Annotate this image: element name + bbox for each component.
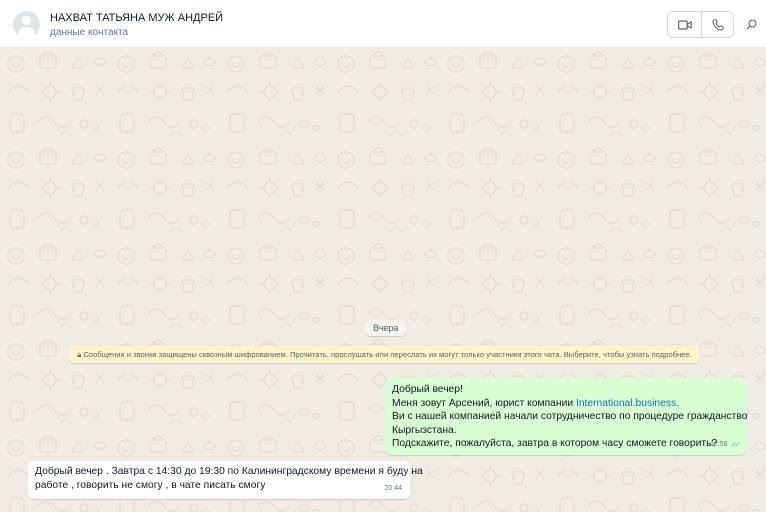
message-link[interactable]: International.business. xyxy=(576,398,679,409)
lock-icon: 🔒︎ xyxy=(77,350,82,359)
message-line: работе , говорить не смогу , в чате писа… xyxy=(35,479,266,491)
date-divider: Вчера xyxy=(365,320,407,336)
message-line-text: Меня зовут Арсений, юрист компании xyxy=(392,397,574,409)
contact-name[interactable]: НАХВАТ ТАТЬЯНА МУЖ АНДРЕЙ xyxy=(50,12,223,24)
chat-area[interactable]: Вчера 🔒︎ Сообщения и звонки защищены скв… xyxy=(0,48,766,512)
video-camera-icon xyxy=(677,19,692,30)
outgoing-message[interactable]: Добрый вечер! Меня зовут Арсений, юрист … xyxy=(385,378,748,455)
message-line: Кыргызстана. xyxy=(392,424,457,436)
video-call-button[interactable] xyxy=(668,12,702,37)
message-line-with-link: Меня зовут Арсений, юрист компании Inter… xyxy=(392,397,740,411)
message-time: 17:58 xyxy=(710,441,728,449)
message-line: Ви с нашей компанией начали сотрудничест… xyxy=(392,411,748,423)
message-time: 20:44 xyxy=(384,485,402,493)
call-buttons-group xyxy=(667,11,734,38)
message-meta: 17:58 ✓✓ xyxy=(710,438,742,452)
message-line: Добрый вечер! xyxy=(392,384,463,395)
encryption-notice-text: Сообщения и звонки защищены сквозным шиф… xyxy=(83,350,692,359)
message-meta: 20:44 xyxy=(384,482,402,496)
message-line: Подскажите, пожалуйста, завтра в котором… xyxy=(392,438,718,450)
avatar[interactable] xyxy=(13,11,40,38)
contact-info-link[interactable]: данные контакта xyxy=(50,27,128,38)
incoming-message[interactable]: Добрый вечер . Завтра с 14:30 до 19:30 п… xyxy=(28,461,423,499)
avatar-placeholder-head xyxy=(22,16,31,25)
message-line: Добрый вечер . Завтра с 14:30 до 19:30 п… xyxy=(35,466,423,477)
encryption-notice[interactable]: 🔒︎ Сообщения и звонки защищены сквозным … xyxy=(69,346,700,363)
search-button[interactable] xyxy=(741,13,761,35)
search-icon xyxy=(745,18,757,30)
double-check-icon: ✓✓ xyxy=(730,440,742,450)
chat-header: НАХВАТ ТАТЬЯНА МУЖ АНДРЕЙ данные контакт… xyxy=(0,0,766,48)
phone-icon xyxy=(712,19,723,30)
avatar-placeholder-body xyxy=(18,27,35,38)
voice-call-button[interactable] xyxy=(701,12,734,37)
